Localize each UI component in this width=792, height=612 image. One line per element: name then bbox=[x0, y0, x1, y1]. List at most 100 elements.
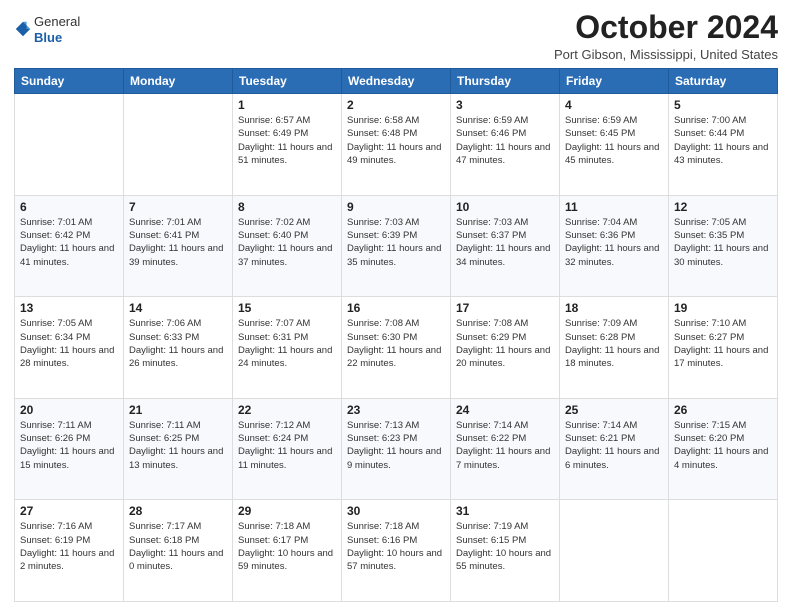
table-row: 26 Sunrise: 7:15 AM Sunset: 6:20 PM Dayli… bbox=[669, 398, 778, 500]
calendar-table: Sunday Monday Tuesday Wednesday Thursday… bbox=[14, 68, 778, 602]
table-row: 8Sunrise: 7:02 AM Sunset: 6:40 PM Daylig… bbox=[233, 195, 342, 297]
day-info: Sunrise: 7:16 AM Sunset: 6:19 PM Dayligh… bbox=[20, 520, 118, 573]
day-number: 13 bbox=[20, 301, 118, 315]
month-title: October 2024 bbox=[554, 10, 778, 45]
day-number: 25 bbox=[565, 403, 663, 417]
day-number: 14 bbox=[129, 301, 227, 315]
day-info: Sunrise: 7:01 AM Sunset: 6:41 PM Dayligh… bbox=[129, 216, 227, 269]
day-info: Sunrise: 7:15 AM Sunset: 6:20 PM Dayligh… bbox=[674, 419, 772, 472]
table-row: 11 Sunrise: 7:04 AM Sunset: 6:36 PM Dayli… bbox=[560, 195, 669, 297]
calendar-week-row: 13 Sunrise: 7:05 AM Sunset: 6:34 PM Dayli… bbox=[15, 297, 778, 399]
day-number: 12 bbox=[674, 200, 772, 214]
table-row bbox=[124, 94, 233, 196]
col-thursday: Thursday bbox=[451, 69, 560, 94]
day-number: 19 bbox=[674, 301, 772, 315]
table-row: 14 Sunrise: 7:06 AM Sunset: 6:33 PM Dayli… bbox=[124, 297, 233, 399]
day-number: 16 bbox=[347, 301, 445, 315]
logo-icon bbox=[14, 20, 32, 38]
day-info: Sunrise: 7:18 AM Sunset: 6:16 PM Dayligh… bbox=[347, 520, 445, 573]
table-row: 22Sunrise: 7:12 AM Sunset: 6:24 PM Dayli… bbox=[233, 398, 342, 500]
day-info: Sunrise: 7:11 AM Sunset: 6:26 PM Dayligh… bbox=[20, 419, 118, 472]
calendar-week-row: 1Sunrise: 6:57 AM Sunset: 6:49 PM Daylig… bbox=[15, 94, 778, 196]
day-number: 15 bbox=[238, 301, 336, 315]
col-wednesday: Wednesday bbox=[342, 69, 451, 94]
day-info: Sunrise: 6:57 AM Sunset: 6:49 PM Dayligh… bbox=[238, 114, 336, 167]
day-number: 3 bbox=[456, 98, 554, 112]
table-row: 23 Sunrise: 7:13 AM Sunset: 6:23 PM Dayli… bbox=[342, 398, 451, 500]
day-info: Sunrise: 7:08 AM Sunset: 6:29 PM Dayligh… bbox=[456, 317, 554, 370]
table-row: 10Sunrise: 7:03 AM Sunset: 6:37 PM Dayli… bbox=[451, 195, 560, 297]
day-number: 2 bbox=[347, 98, 445, 112]
table-row: 28Sunrise: 7:17 AM Sunset: 6:18 PM Dayli… bbox=[124, 500, 233, 602]
title-block: October 2024 Port Gibson, Mississippi, U… bbox=[554, 10, 778, 62]
table-row: 27Sunrise: 7:16 AM Sunset: 6:19 PM Dayli… bbox=[15, 500, 124, 602]
table-row: 21Sunrise: 7:11 AM Sunset: 6:25 PM Dayli… bbox=[124, 398, 233, 500]
logo-text: General Blue bbox=[34, 14, 80, 45]
day-info: Sunrise: 7:04 AM Sunset: 6:36 PM Dayligh… bbox=[565, 216, 663, 269]
calendar-week-row: 6Sunrise: 7:01 AM Sunset: 6:42 PM Daylig… bbox=[15, 195, 778, 297]
logo: General Blue bbox=[14, 14, 80, 45]
day-number: 23 bbox=[347, 403, 445, 417]
table-row: 29 Sunrise: 7:18 AM Sunset: 6:17 PM Dayli… bbox=[233, 500, 342, 602]
table-row bbox=[669, 500, 778, 602]
day-info: Sunrise: 7:14 AM Sunset: 6:22 PM Dayligh… bbox=[456, 419, 554, 472]
day-number: 10 bbox=[456, 200, 554, 214]
table-row: 7 Sunrise: 7:01 AM Sunset: 6:41 PM Daylig… bbox=[124, 195, 233, 297]
day-info: Sunrise: 7:06 AM Sunset: 6:33 PM Dayligh… bbox=[129, 317, 227, 370]
day-info: Sunrise: 7:05 AM Sunset: 6:35 PM Dayligh… bbox=[674, 216, 772, 269]
header: General Blue October 2024 Port Gibson, M… bbox=[14, 10, 778, 62]
day-info: Sunrise: 7:08 AM Sunset: 6:30 PM Dayligh… bbox=[347, 317, 445, 370]
day-number: 24 bbox=[456, 403, 554, 417]
day-info: Sunrise: 7:17 AM Sunset: 6:18 PM Dayligh… bbox=[129, 520, 227, 573]
day-info: Sunrise: 7:05 AM Sunset: 6:34 PM Dayligh… bbox=[20, 317, 118, 370]
table-row: 9 Sunrise: 7:03 AM Sunset: 6:39 PM Daylig… bbox=[342, 195, 451, 297]
day-info: Sunrise: 6:59 AM Sunset: 6:46 PM Dayligh… bbox=[456, 114, 554, 167]
day-info: Sunrise: 7:03 AM Sunset: 6:39 PM Dayligh… bbox=[347, 216, 445, 269]
day-info: Sunrise: 7:14 AM Sunset: 6:21 PM Dayligh… bbox=[565, 419, 663, 472]
table-row: 20 Sunrise: 7:11 AM Sunset: 6:26 PM Dayli… bbox=[15, 398, 124, 500]
page: General Blue October 2024 Port Gibson, M… bbox=[0, 0, 792, 612]
day-info: Sunrise: 7:12 AM Sunset: 6:24 PM Dayligh… bbox=[238, 419, 336, 472]
day-number: 7 bbox=[129, 200, 227, 214]
day-number: 29 bbox=[238, 504, 336, 518]
table-row: 15 Sunrise: 7:07 AM Sunset: 6:31 PM Dayli… bbox=[233, 297, 342, 399]
day-number: 4 bbox=[565, 98, 663, 112]
logo-blue-text: Blue bbox=[34, 30, 80, 46]
table-row: 31 Sunrise: 7:19 AM Sunset: 6:15 PM Dayli… bbox=[451, 500, 560, 602]
day-info: Sunrise: 6:59 AM Sunset: 6:45 PM Dayligh… bbox=[565, 114, 663, 167]
day-number: 31 bbox=[456, 504, 554, 518]
day-info: Sunrise: 7:18 AM Sunset: 6:17 PM Dayligh… bbox=[238, 520, 336, 573]
table-row: 5Sunrise: 7:00 AM Sunset: 6:44 PM Daylig… bbox=[669, 94, 778, 196]
table-row: 30 Sunrise: 7:18 AM Sunset: 6:16 PM Dayli… bbox=[342, 500, 451, 602]
calendar-week-row: 20 Sunrise: 7:11 AM Sunset: 6:26 PM Dayli… bbox=[15, 398, 778, 500]
day-info: Sunrise: 7:02 AM Sunset: 6:40 PM Dayligh… bbox=[238, 216, 336, 269]
calendar-header-row: Sunday Monday Tuesday Wednesday Thursday… bbox=[15, 69, 778, 94]
day-info: Sunrise: 7:07 AM Sunset: 6:31 PM Dayligh… bbox=[238, 317, 336, 370]
day-info: Sunrise: 7:01 AM Sunset: 6:42 PM Dayligh… bbox=[20, 216, 118, 269]
col-sunday: Sunday bbox=[15, 69, 124, 94]
table-row: 24 Sunrise: 7:14 AM Sunset: 6:22 PM Dayli… bbox=[451, 398, 560, 500]
table-row bbox=[15, 94, 124, 196]
col-saturday: Saturday bbox=[669, 69, 778, 94]
table-row: 3 Sunrise: 6:59 AM Sunset: 6:46 PM Daylig… bbox=[451, 94, 560, 196]
day-info: Sunrise: 7:13 AM Sunset: 6:23 PM Dayligh… bbox=[347, 419, 445, 472]
col-friday: Friday bbox=[560, 69, 669, 94]
logo-general-text: General bbox=[34, 14, 80, 30]
table-row: 18Sunrise: 7:09 AM Sunset: 6:28 PM Dayli… bbox=[560, 297, 669, 399]
table-row: 1Sunrise: 6:57 AM Sunset: 6:49 PM Daylig… bbox=[233, 94, 342, 196]
day-info: Sunrise: 7:19 AM Sunset: 6:15 PM Dayligh… bbox=[456, 520, 554, 573]
col-monday: Monday bbox=[124, 69, 233, 94]
day-number: 26 bbox=[674, 403, 772, 417]
day-info: Sunrise: 7:10 AM Sunset: 6:27 PM Dayligh… bbox=[674, 317, 772, 370]
table-row: 12 Sunrise: 7:05 AM Sunset: 6:35 PM Dayli… bbox=[669, 195, 778, 297]
day-number: 9 bbox=[347, 200, 445, 214]
table-row: 6Sunrise: 7:01 AM Sunset: 6:42 PM Daylig… bbox=[15, 195, 124, 297]
calendar-body: 1Sunrise: 6:57 AM Sunset: 6:49 PM Daylig… bbox=[15, 94, 778, 602]
day-number: 30 bbox=[347, 504, 445, 518]
table-row: 16 Sunrise: 7:08 AM Sunset: 6:30 PM Dayli… bbox=[342, 297, 451, 399]
day-number: 20 bbox=[20, 403, 118, 417]
day-info: Sunrise: 6:58 AM Sunset: 6:48 PM Dayligh… bbox=[347, 114, 445, 167]
table-row bbox=[560, 500, 669, 602]
day-info: Sunrise: 7:09 AM Sunset: 6:28 PM Dayligh… bbox=[565, 317, 663, 370]
day-number: 11 bbox=[565, 200, 663, 214]
